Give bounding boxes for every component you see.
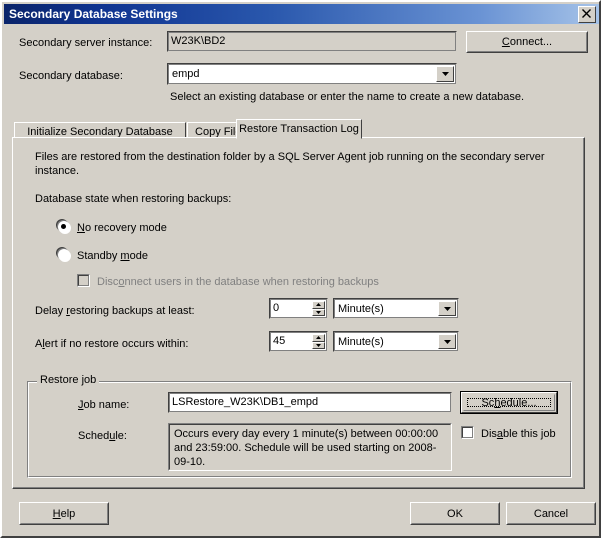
tab-initialize-secondary-database-label: Initialize Secondary Database bbox=[27, 125, 173, 138]
radio-standby-mode-label[interactable]: Standby mode bbox=[77, 250, 148, 263]
ok-button-label: OK bbox=[447, 507, 463, 520]
secondary-database-combo[interactable]: empd bbox=[167, 63, 457, 85]
secondary-database-value: empd bbox=[172, 68, 200, 80]
delay-restoring-value: 0 bbox=[273, 302, 280, 314]
close-icon bbox=[582, 9, 591, 18]
tab-panel-restore-transaction-log: Files are restored from the destination … bbox=[12, 137, 585, 489]
chevron-down-icon[interactable] bbox=[438, 301, 456, 316]
title-bar: Secondary Database Settings bbox=[4, 4, 599, 24]
schedule-description-box: Occurs every day every 1 minute(s) betwe… bbox=[168, 423, 452, 471]
connect-button-label: Connect... bbox=[501, 36, 553, 48]
alert-spinner-buttons[interactable] bbox=[312, 334, 325, 349]
schedule-label: Schedule: bbox=[78, 430, 127, 442]
triangle-up-icon bbox=[316, 303, 321, 307]
triangle-down-icon bbox=[316, 310, 321, 314]
tab-restore-transaction-log[interactable]: Restore Transaction Log bbox=[236, 119, 362, 139]
radio-selected-dot bbox=[61, 224, 66, 229]
triangle-down-icon bbox=[316, 343, 321, 347]
triangle-up-icon bbox=[316, 336, 321, 340]
chevron-down-icon[interactable] bbox=[436, 66, 454, 82]
restore-job-group-title: Restore job bbox=[37, 374, 100, 386]
help-button-label: Help bbox=[52, 507, 76, 520]
job-name-label: Job name: bbox=[78, 399, 130, 411]
dialog-window: Secondary Database Settings Secondary se… bbox=[0, 0, 601, 538]
delay-restoring-label: Delay restoring backups at least: bbox=[35, 305, 195, 317]
alert-spinner-down[interactable] bbox=[312, 341, 325, 349]
cancel-button-label: Cancel bbox=[533, 507, 569, 520]
alert-no-restore-value: 45 bbox=[273, 335, 286, 347]
delay-unit-value: Minute(s) bbox=[338, 302, 384, 315]
schedule-button-label: Schedule... bbox=[481, 396, 537, 409]
schedule-description-text: Occurs every day every 1 minute(s) betwe… bbox=[174, 428, 442, 468]
database-state-label: Database state when restoring backups: bbox=[35, 193, 232, 205]
ok-button[interactable]: OK bbox=[410, 502, 500, 525]
server-instance-label: Secondary server instance: bbox=[19, 37, 153, 49]
focus-rect: Schedule... bbox=[467, 396, 551, 409]
radio-no-recovery-mode[interactable] bbox=[58, 221, 70, 233]
restore-description: Files are restored from the destination … bbox=[35, 151, 548, 177]
alert-no-restore-label: Alert if no restore occurs within: bbox=[35, 338, 189, 350]
alert-unit-combo[interactable]: Minute(s) bbox=[333, 331, 459, 352]
radio-no-recovery-mode-label[interactable]: No recovery mode bbox=[77, 222, 167, 235]
job-name-value: LSRestore_W23K\DB1_empd bbox=[172, 396, 319, 408]
alert-spinner-up[interactable] bbox=[312, 334, 325, 342]
window-title: Secondary Database Settings bbox=[9, 7, 178, 21]
chevron-down-icon[interactable] bbox=[438, 334, 456, 349]
delay-unit-combo[interactable]: Minute(s) bbox=[333, 298, 459, 319]
tab-restore-transaction-log-label: Restore Transaction Log bbox=[239, 123, 359, 135]
schedule-button[interactable]: Schedule... bbox=[460, 391, 558, 414]
delay-spinner-up[interactable] bbox=[312, 301, 325, 309]
delay-spinner-down[interactable] bbox=[312, 308, 325, 316]
close-button[interactable] bbox=[578, 6, 596, 23]
job-name-field[interactable]: LSRestore_W23K\DB1_empd bbox=[168, 392, 452, 413]
alert-no-restore-spinner[interactable]: 45 bbox=[269, 331, 328, 352]
checkbox-disconnect-users-label: Disconnect users in the database when re… bbox=[97, 276, 379, 288]
alert-unit-value: Minute(s) bbox=[338, 335, 384, 348]
server-instance-value: W23K\BD2 bbox=[171, 35, 226, 47]
cancel-button[interactable]: Cancel bbox=[506, 502, 596, 525]
server-instance-field[interactable]: W23K\BD2 bbox=[167, 31, 457, 52]
connect-button[interactable]: Connect... bbox=[466, 31, 588, 53]
delay-spinner-buttons[interactable] bbox=[312, 301, 325, 316]
delay-restoring-spinner[interactable]: 0 bbox=[269, 298, 328, 319]
help-button[interactable]: Help bbox=[19, 502, 109, 525]
radio-standby-mode[interactable] bbox=[58, 249, 70, 261]
secondary-database-label: Secondary database: bbox=[19, 70, 123, 82]
checkbox-disable-this-job[interactable] bbox=[461, 426, 474, 439]
checkbox-disable-this-job-label[interactable]: Disable this job bbox=[481, 428, 556, 441]
secondary-database-hint: Select an existing database or enter the… bbox=[170, 91, 525, 103]
checkbox-disconnect-users bbox=[77, 274, 90, 287]
